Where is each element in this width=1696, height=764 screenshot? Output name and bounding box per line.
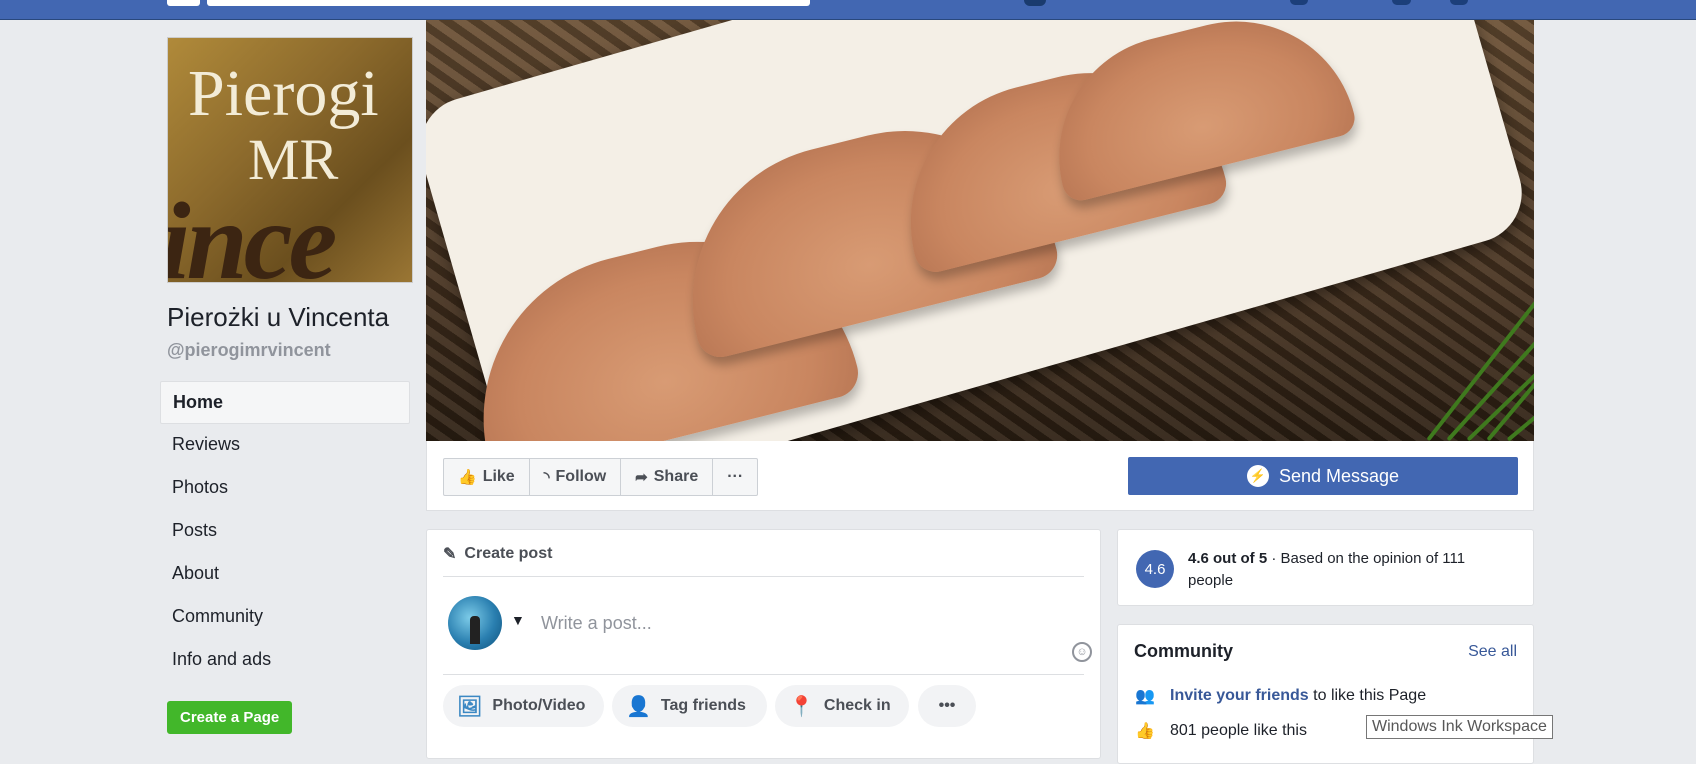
likes-count-row: 👍 801 people like this [1134,721,1307,741]
see-all-link[interactable]: See all [1468,643,1517,661]
share-arrow-icon: ➦ [635,469,648,486]
follow-button[interactable]: ◝ Follow [530,459,622,495]
sidebar-item-posts[interactable]: Posts [160,510,410,553]
check-in-label: Check in [823,697,891,714]
user-avatar-icon[interactable] [1024,0,1046,6]
community-card: Community See all 👥 Invite your friends … [1117,624,1534,764]
location-pin-icon: 📍 [789,695,814,718]
logo-script-text: ince [167,180,337,283]
tooltip: Windows Ink Workspace [1366,715,1553,739]
invite-friends-text: Invite your friends to like this Page [1170,687,1426,705]
share-button[interactable]: ➦ Share [621,459,714,495]
top-navigation-bar [0,0,1696,20]
share-label: Share [653,468,699,485]
more-icon: ··· [727,468,744,485]
pencil-icon: ✎ [443,546,457,563]
community-title: Community [1134,641,1233,661]
sidebar-item-photos[interactable]: Photos [160,467,410,510]
page-username[interactable]: @pierogimrvincent [167,340,331,361]
invite-friends-rest: to like this Page [1308,687,1427,704]
composer-more-button[interactable]: ••• [918,685,976,727]
like-label: Like [482,468,515,485]
sidebar-item-about[interactable]: About [160,553,410,596]
invite-friends-row: 👥 Invite your friends to like this Page [1134,686,1426,706]
emoji-icon[interactable]: ☺ [1072,642,1092,662]
tag-friends-label: Tag friends [660,697,746,714]
cover-photo[interactable] [426,20,1534,441]
thumbs-up-icon: 👍 [1135,723,1155,740]
divider [443,576,1084,577]
page-action-buttons: 👍 Like ◝ Follow ➦ Share ··· [443,458,759,496]
logo-text-line1: Pierogi [188,57,379,130]
like-button[interactable]: 👍 Like [444,459,530,495]
photo-icon: 🖼 [457,695,483,718]
page-title: Pierożki u Vincenta [167,302,390,332]
rating-score: 4.6 out of 5 [1188,550,1268,567]
sidebar-item-home[interactable]: Home [160,381,410,424]
thumbs-up-icon: 👍 [458,469,477,486]
write-post-input[interactable]: Write a post... [541,613,652,634]
friend-requests-icon[interactable] [1290,0,1308,5]
avatar[interactable] [448,596,502,650]
create-post-header[interactable]: ✎ Create post [443,544,552,564]
rating-card: 4.6 4.6 out of 5 · Based on the opinion … [1117,529,1534,606]
follow-label: Follow [555,468,607,485]
avatar-person [470,616,480,644]
rating-badge: 4.6 [1136,550,1174,588]
notifications-icon[interactable] [1393,0,1411,5]
invite-friends-icon: 👥 [1135,688,1155,705]
more-options-button[interactable]: ··· [713,459,757,495]
more-icon: ••• [938,697,956,714]
create-post-title: Create post [464,545,553,562]
help-icon[interactable] [1450,0,1468,5]
photo-video-button[interactable]: 🖼 Photo/Video [443,685,604,727]
likes-count-text: 801 people like this [1170,722,1307,739]
search-input[interactable] [207,0,810,6]
sidebar-item-reviews[interactable]: Reviews [160,424,410,467]
photo-video-label: Photo/Video [492,697,586,714]
sidebar-item-info-and-ads[interactable]: Info and ads [160,639,410,682]
page-action-bar: 👍 Like ◝ Follow ➦ Share ··· ⚡ Send Message [426,441,1534,511]
send-message-label: Send Message [1278,465,1400,486]
tag-friends-icon: 👤 [626,695,651,718]
messenger-icon: ⚡ [1246,465,1269,487]
divider [443,674,1084,675]
check-in-button[interactable]: 📍 Check in [775,685,909,727]
tag-friends-button[interactable]: 👤 Tag friends [612,685,767,727]
rss-icon: ◝ [543,469,550,486]
caret-down-icon[interactable]: ▼ [511,612,525,628]
invite-friends-link[interactable]: Invite your friends [1170,687,1309,704]
create-page-button[interactable]: Create a Page [167,701,293,734]
facebook-logo-icon[interactable] [167,0,200,6]
page-sidebar-nav: Home Reviews Photos Posts About Communit… [160,381,410,682]
create-post-composer: ✎ Create post ▼ Write a post... ☺ 🖼 Photo… [426,529,1101,759]
page-profile-picture[interactable]: Pierogi MR ince [167,37,413,283]
rating-summary[interactable]: 4.6 out of 5 · Based on the opinion of 1… [1188,548,1508,592]
sidebar-item-community[interactable]: Community [160,596,410,639]
send-message-button[interactable]: ⚡ Send Message [1128,457,1518,495]
